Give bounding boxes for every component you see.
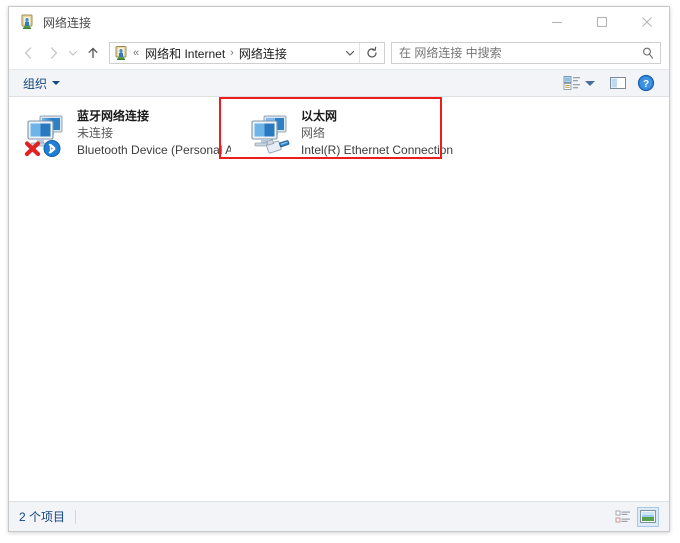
window-controls — [534, 7, 669, 37]
list-item[interactable]: 以太网 网络 Intel(R) Ethernet Connection (1..… — [239, 103, 461, 167]
large-icons-view-button[interactable] — [637, 506, 659, 527]
help-button[interactable]: ? — [633, 72, 659, 94]
chevron-down-icon[interactable] — [341, 43, 359, 63]
search-input[interactable] — [392, 45, 636, 61]
status-bar: 2 个项目 — [9, 501, 669, 531]
breadcrumb-overflow[interactable]: « — [133, 47, 139, 59]
search-icon[interactable] — [636, 43, 660, 63]
command-bar: 组织 ? — [9, 69, 669, 97]
forward-button[interactable] — [41, 41, 65, 65]
chevron-down-icon — [52, 81, 61, 85]
connections-list[interactable]: 蓝牙网络连接 未连接 Bluetooth Device (Personal Ar… — [9, 97, 669, 501]
view-options-button[interactable] — [559, 72, 585, 94]
list-item-text: 蓝牙网络连接 未连接 Bluetooth Device (Personal Ar… — [77, 107, 231, 159]
svg-text:?: ? — [643, 79, 649, 90]
recent-locations-button[interactable] — [65, 41, 81, 65]
breadcrumb-item-network-internet[interactable]: 网络和 Internet — [145, 45, 225, 62]
organize-button[interactable]: 组织 — [19, 73, 64, 94]
organize-label: 组织 — [23, 76, 48, 91]
breadcrumb: « 网络和 Internet › 网络连接 — [133, 45, 341, 62]
bluetooth-network-adapter-icon — [21, 109, 69, 157]
network-connections-window: 网络连接 « 网络和 Internet › 网络连接 在 网络连接 中搜索 组织… — [8, 6, 670, 532]
breadcrumb-item-network-connections[interactable]: 网络连接 — [239, 45, 287, 62]
control-panel-icon — [113, 45, 129, 61]
list-item[interactable]: 蓝牙网络连接 未连接 Bluetooth Device (Personal Ar… — [15, 103, 237, 167]
up-button[interactable] — [81, 41, 105, 65]
breadcrumb-separator-icon[interactable]: › — [230, 47, 234, 59]
minimize-button[interactable] — [534, 7, 579, 37]
view-options-chevron-down-icon[interactable] — [585, 80, 595, 86]
network-connections-icon — [19, 14, 35, 30]
address-bar[interactable]: « 网络和 Internet › 网络连接 — [109, 42, 385, 64]
connection-status: 未连接 — [77, 126, 114, 140]
connection-device: Bluetooth Device (Personal Ar... — [77, 143, 231, 157]
status-divider — [75, 509, 77, 524]
connection-device: Intel(R) Ethernet Connection (1... — [301, 143, 455, 157]
close-button[interactable] — [624, 7, 669, 37]
navigation-bar: « 网络和 Internet › 网络连接 — [9, 37, 669, 69]
refresh-button[interactable] — [360, 43, 384, 63]
ethernet-adapter-icon — [245, 109, 293, 157]
back-button[interactable] — [17, 41, 41, 65]
connection-status: 网络 — [301, 126, 326, 140]
items-container: 蓝牙网络连接 未连接 Bluetooth Device (Personal Ar… — [9, 97, 463, 167]
preview-pane-button[interactable] — [605, 72, 631, 94]
details-view-button[interactable] — [612, 507, 634, 527]
maximize-button[interactable] — [579, 7, 624, 37]
command-bar-right: ? — [559, 72, 659, 94]
title-bar: 网络连接 — [9, 7, 669, 37]
connection-name: 蓝牙网络连接 — [77, 109, 150, 123]
view-mode-buttons — [612, 506, 659, 527]
item-count-label: 2 个项目 — [19, 510, 66, 524]
connection-name: 以太网 — [301, 109, 338, 123]
window-title: 网络连接 — [43, 15, 92, 30]
list-item-text: 以太网 网络 Intel(R) Ethernet Connection (1..… — [301, 107, 455, 159]
search-box[interactable] — [391, 42, 661, 64]
